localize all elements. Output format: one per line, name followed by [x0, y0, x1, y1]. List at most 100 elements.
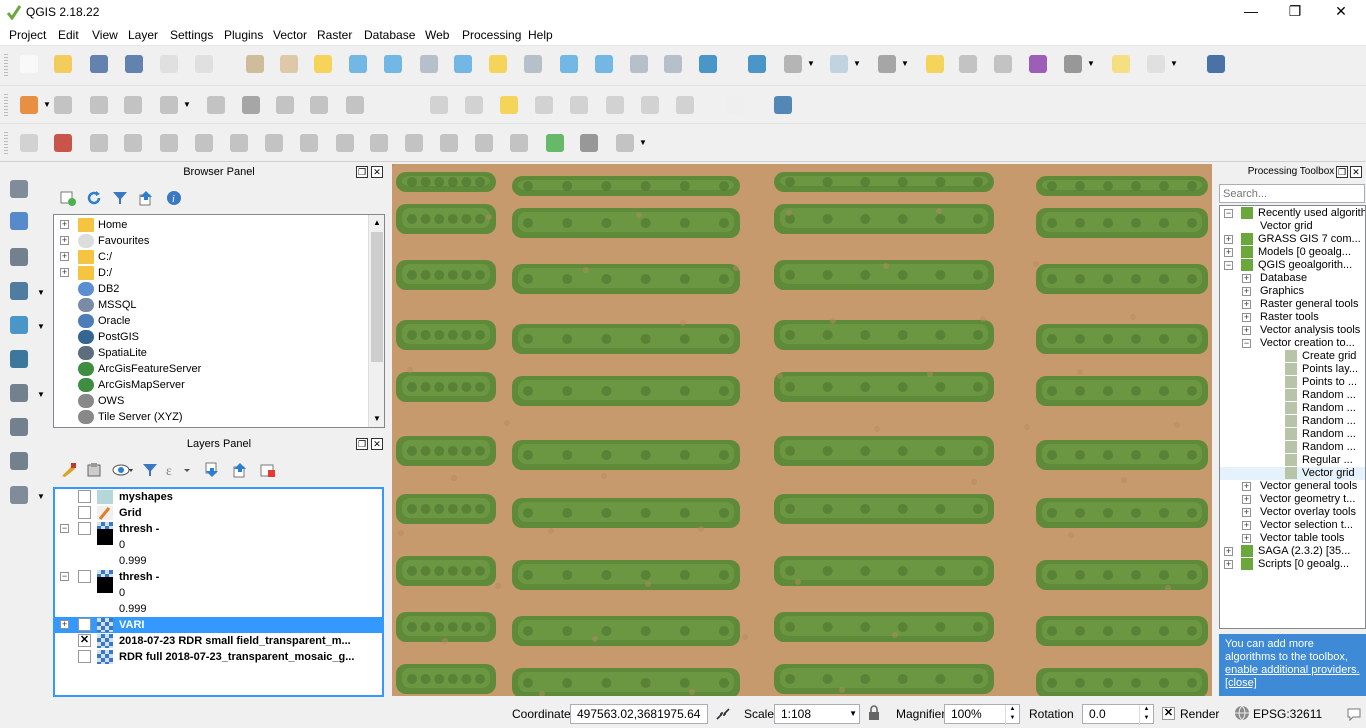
expand-icon[interactable]: + — [60, 620, 69, 629]
snapping-icon[interactable] — [50, 130, 76, 156]
expand-icon[interactable]: + — [1242, 300, 1251, 309]
identify-icon[interactable] — [744, 51, 770, 77]
rotation-spinner[interactable]: ▲ ▼ — [1139, 705, 1153, 725]
zoom-in-icon[interactable] — [345, 51, 371, 77]
scroll-thumb[interactable] — [371, 232, 383, 362]
expand-icon[interactable]: + — [1242, 482, 1251, 491]
toolbox-item[interactable]: + Models [0 geoalg... — [1220, 246, 1365, 259]
toolbox-item[interactable]: Points lay... — [1220, 363, 1365, 376]
new-print-composer-icon[interactable] — [156, 51, 182, 77]
expand-all-icon[interactable] — [204, 462, 220, 478]
lock-icon[interactable] — [867, 705, 881, 722]
expand-icon[interactable]: + — [1242, 521, 1251, 530]
toolbox-item[interactable]: + Vector overlay tools — [1220, 506, 1365, 519]
copy-features-icon[interactable] — [306, 92, 332, 118]
move-label-icon[interactable] — [602, 92, 628, 118]
open-project-icon[interactable] — [50, 51, 76, 77]
expand-icon[interactable]: + — [60, 252, 69, 261]
label-tool-icon[interactable] — [426, 92, 452, 118]
scale-combo[interactable]: 1:108 ▼ — [774, 704, 860, 724]
redo-icon[interactable] — [120, 130, 146, 156]
toolbox-item[interactable]: − Recently used algorith... — [1220, 207, 1365, 220]
toolbox-item[interactable]: Points to ... — [1220, 376, 1365, 389]
diagram-icon[interactable] — [461, 92, 487, 118]
pan-icon[interactable] — [276, 51, 302, 77]
collapse-icon[interactable]: − — [1242, 339, 1251, 348]
toolbox-item[interactable]: Random ... — [1220, 389, 1365, 402]
current-edits-icon[interactable] — [16, 92, 42, 118]
toolbox-item[interactable]: + Database — [1220, 272, 1365, 285]
menu-layer[interactable]: Layer — [128, 28, 158, 42]
maximize-button[interactable]: ❐ — [1272, 0, 1318, 24]
toolbox-close-button[interactable]: ✕ — [1350, 166, 1362, 178]
expand-icon[interactable]: + — [1242, 495, 1251, 504]
add-spatialite-layer-icon[interactable] — [6, 312, 32, 338]
expand-icon[interactable]: + — [1242, 508, 1251, 517]
paste-features-icon[interactable] — [342, 92, 368, 118]
toolbox-item[interactable]: Regular ... — [1220, 454, 1365, 467]
menu-help[interactable]: Help — [528, 28, 553, 42]
layer-item[interactable]: Grid — [55, 505, 382, 521]
crs-globe-icon[interactable] — [1234, 705, 1250, 721]
show-bookmarks-icon[interactable] — [660, 51, 686, 77]
browser-scrollbar[interactable]: ▲ ▼ — [368, 215, 384, 427]
help-icon[interactable] — [1203, 51, 1229, 77]
layer-checkbox[interactable] — [78, 570, 91, 583]
toolbox-item[interactable]: + Vector table tools — [1220, 532, 1365, 545]
zoom-native-icon[interactable] — [416, 51, 442, 77]
toolbox-item[interactable]: Random ... — [1220, 402, 1365, 415]
chevron-down-icon[interactable]: ▼ — [183, 100, 191, 109]
statistics-sigma-icon[interactable] — [1025, 51, 1051, 77]
attribute-table-icon[interactable] — [955, 51, 981, 77]
add-part-icon[interactable] — [261, 130, 287, 156]
collapse-icon[interactable]: − — [60, 572, 69, 581]
chevron-down-icon[interactable]: ▼ — [849, 705, 857, 723]
expression-filter-icon[interactable]: ε — [166, 462, 192, 478]
expand-icon[interactable]: + — [1242, 274, 1251, 283]
rotate-point-symbols-icon[interactable] — [612, 130, 638, 156]
collapse-all-icon[interactable] — [138, 190, 154, 206]
scroll-down-icon[interactable]: ▼ — [370, 411, 384, 427]
toolbox-item[interactable]: + Raster general tools — [1220, 298, 1365, 311]
expand-icon[interactable]: + — [1224, 547, 1233, 556]
expand-icon[interactable]: + — [1242, 287, 1251, 296]
new-bookmark-icon[interactable] — [626, 51, 652, 77]
browser-item[interactable]: + Favourites — [54, 233, 368, 249]
menu-view[interactable]: View — [92, 28, 118, 42]
csw-icon[interactable] — [721, 92, 747, 118]
save-project-icon[interactable] — [86, 51, 112, 77]
browser-close-button[interactable]: ✕ — [371, 166, 383, 178]
layer-checkbox[interactable] — [78, 650, 91, 663]
chevron-down-icon[interactable]: ▼ — [1087, 59, 1095, 68]
browser-item[interactable]: + D:/ — [54, 265, 368, 281]
browser-item[interactable]: ArcGisMapServer — [54, 377, 368, 393]
toolbox-item[interactable]: Create grid — [1220, 350, 1365, 363]
remove-layer-icon[interactable] — [260, 462, 276, 478]
close-button[interactable]: ✕ — [1318, 0, 1364, 24]
simplify-feature-icon[interactable] — [191, 130, 217, 156]
add-feature-icon[interactable] — [120, 92, 146, 118]
toolbox-item[interactable]: + Scripts [0 geoalg... — [1220, 558, 1365, 571]
rotation-field[interactable]: 0.0 ▲ ▼ — [1082, 704, 1154, 725]
add-wcs-layer-icon[interactable] — [6, 380, 32, 406]
toolbar-grip[interactable] — [4, 94, 8, 118]
info-close-link[interactable]: [close] — [1225, 677, 1257, 689]
add-selected-icon[interactable] — [60, 190, 76, 206]
layer-checkbox[interactable] — [78, 522, 91, 535]
toolbox-float-button[interactable]: ❐ — [1336, 166, 1348, 178]
properties-icon[interactable]: i — [166, 190, 182, 206]
toggle-extents-icon[interactable] — [714, 706, 732, 722]
toolbox-item[interactable]: + Vector analysis tools — [1220, 324, 1365, 337]
add-raster-layer-icon[interactable] — [6, 208, 32, 234]
toolbox-item[interactable]: Vector grid — [1220, 220, 1365, 233]
coordinate-field[interactable]: 497563.02,3681975.64 — [570, 704, 708, 724]
move-feature-icon[interactable] — [156, 92, 182, 118]
map-tips-icon[interactable] — [1108, 51, 1134, 77]
merge-features-icon[interactable] — [542, 130, 568, 156]
menu-settings[interactable]: Settings — [170, 28, 213, 42]
text-annotation-icon[interactable] — [1143, 51, 1169, 77]
new-project-icon[interactable] — [16, 51, 42, 77]
browser-item[interactable]: ArcGisFeatureServer — [54, 361, 368, 377]
zoom-to-layer-icon[interactable] — [520, 51, 546, 77]
toolbox-item[interactable]: + Vector general tools — [1220, 480, 1365, 493]
